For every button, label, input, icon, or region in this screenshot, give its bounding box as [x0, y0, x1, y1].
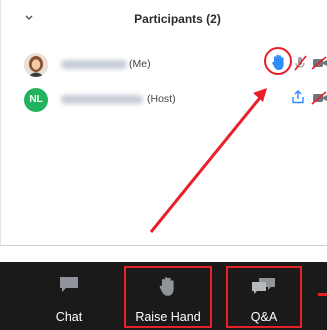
- chat-button[interactable]: Chat: [40, 262, 98, 330]
- participant-role: (Host): [147, 93, 176, 105]
- avatar-photo-icon: [24, 53, 48, 77]
- redacted-name: [61, 95, 143, 104]
- chat-label: Chat: [55, 310, 83, 324]
- video-off-icon[interactable]: [311, 56, 327, 70]
- raised-hand-icon: [272, 54, 284, 70]
- participants-panel: Participants (2) (Me) NL (Host): [0, 0, 327, 246]
- share-icon: [292, 90, 304, 104]
- participant-row[interactable]: NL (Host): [1, 85, 327, 115]
- redacted-name: [61, 60, 127, 69]
- mic-muted-icon[interactable]: [293, 55, 307, 71]
- participant-row[interactable]: (Me): [1, 47, 327, 80]
- annotation-arrow: [149, 88, 267, 233]
- participant-role: (Me): [129, 58, 151, 70]
- chat-icon: [60, 277, 78, 292]
- avatar: NL: [24, 88, 48, 112]
- panel-header: Participants (2): [1, 0, 327, 36]
- avatar: [24, 53, 48, 77]
- meeting-toolbar: Chat Raise Hand Q&A: [0, 262, 327, 330]
- highlight-box-raise-hand: [124, 266, 212, 328]
- annotation-mark: [318, 293, 327, 296]
- video-off-icon[interactable]: [311, 91, 327, 105]
- highlight-box-qa: [226, 266, 302, 328]
- panel-title: Participants (2): [134, 12, 221, 26]
